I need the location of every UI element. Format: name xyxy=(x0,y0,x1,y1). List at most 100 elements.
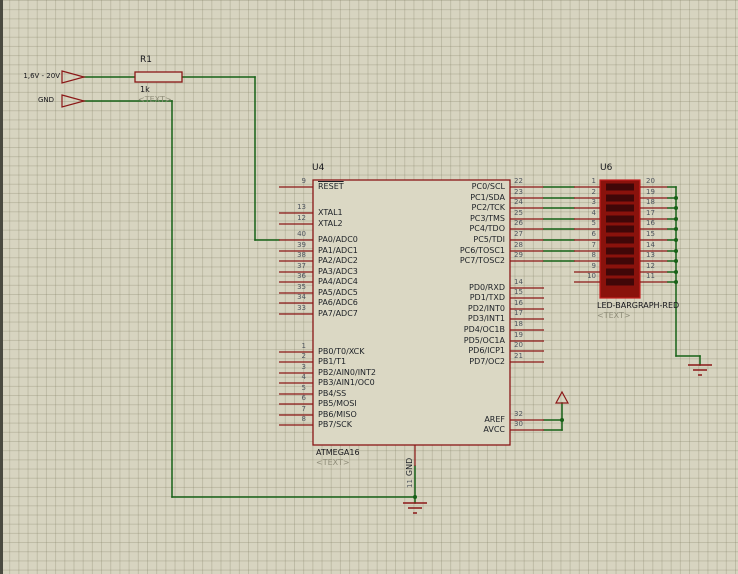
pin-number: 8 xyxy=(270,415,306,423)
pin-number: 3 xyxy=(566,198,596,206)
pin-name: PC7/TOSC2 xyxy=(400,256,505,265)
pin-name: PC6/TOSC1 xyxy=(400,246,505,255)
pin-number: 35 xyxy=(270,283,306,291)
resistor-body[interactable] xyxy=(135,72,182,82)
pin-number: 16 xyxy=(646,219,655,227)
pin-number: 32 xyxy=(514,410,523,418)
pin-number: 5 xyxy=(566,219,596,227)
pin-name: PA5/ADC5 xyxy=(318,288,358,297)
power-terminal-arrow[interactable] xyxy=(556,392,568,403)
u4-ref: U4 xyxy=(312,163,324,173)
pin-name: PD5/OC1A xyxy=(400,336,505,345)
schematic-drawing xyxy=(0,0,738,574)
pin-name: PA1/ADC1 xyxy=(318,246,358,255)
pin-number: 16 xyxy=(514,299,523,307)
pin-number: 37 xyxy=(270,262,306,270)
pin-number: 33 xyxy=(270,304,306,312)
pin-number: 11 xyxy=(646,272,655,280)
led-segment xyxy=(606,226,634,233)
pin-number: 20 xyxy=(514,341,523,349)
resistor-text-placeholder: <TEXT> xyxy=(138,95,172,104)
pin-number: 19 xyxy=(514,331,523,339)
pin-number: 36 xyxy=(270,272,306,280)
pin-name: PC3/TMS xyxy=(400,214,505,223)
pin-number: 4 xyxy=(566,209,596,217)
pin-name: PD3/INT1 xyxy=(400,314,505,323)
pin-number: 17 xyxy=(646,209,655,217)
pin-name: PD2/INT0 xyxy=(400,304,505,313)
led-segment xyxy=(606,248,634,255)
window-edge xyxy=(0,0,3,574)
pin-number: 5 xyxy=(270,384,306,392)
u4-bottom-pin-label: 11GND xyxy=(397,458,416,488)
pin-name: PC1/SDA xyxy=(400,193,505,202)
pin-name: PC0/SCL xyxy=(400,182,505,191)
pin-number: 34 xyxy=(270,293,306,301)
pin-name: XTAL2 xyxy=(318,219,343,228)
junction-dot xyxy=(674,259,678,263)
pin-name: PD1/TXD xyxy=(400,293,505,302)
input-terminal-arrow[interactable] xyxy=(62,71,84,83)
pin-number: 23 xyxy=(514,188,523,196)
pin-name: PB0/T0/XCK xyxy=(318,347,365,356)
pin-name: AREF xyxy=(400,415,505,424)
junction-dot xyxy=(674,280,678,284)
pin-number: 7 xyxy=(270,405,306,413)
led-segment xyxy=(606,205,634,212)
pin-number: 1 xyxy=(270,342,306,350)
pin-number: 19 xyxy=(646,188,655,196)
led-segment xyxy=(606,184,634,191)
pin-name: PA3/ADC3 xyxy=(318,267,358,276)
pin-number: 13 xyxy=(646,251,655,259)
junction-dot xyxy=(674,206,678,210)
pin-number: 26 xyxy=(514,219,523,227)
resistor-value: 1k xyxy=(140,85,150,94)
pin-number: 30 xyxy=(514,420,523,428)
pin-number: 21 xyxy=(514,352,523,360)
pin-number: 28 xyxy=(514,241,523,249)
pin-name: RESET xyxy=(318,182,344,191)
pin-number: 24 xyxy=(514,198,523,206)
gnd-terminal-label: GND xyxy=(28,96,54,104)
junction-dot xyxy=(413,495,417,499)
pin-name: XTAL1 xyxy=(318,208,343,217)
pin-name: PB7/SCK xyxy=(318,420,352,429)
u6-part-name: LED-BARGRAPH-RED xyxy=(597,301,679,310)
power-terminal-label: 1,6V - 20V xyxy=(14,72,60,80)
pin-name: PD0/RXD xyxy=(400,283,505,292)
pin-number: 10 xyxy=(566,272,596,280)
pin-name: PB2/AIN0/INT2 xyxy=(318,368,376,377)
led-segment xyxy=(606,258,634,265)
u6-text-placeholder: <TEXT> xyxy=(597,311,631,320)
pin-name: PC2/TCK xyxy=(400,203,505,212)
pin-name: PC4/TDO xyxy=(400,224,505,233)
pin-number: 14 xyxy=(514,278,523,286)
pin-name: PB5/MOSI xyxy=(318,399,357,408)
pin-number: 13 xyxy=(270,203,306,211)
pin-name: PB1/T1 xyxy=(318,357,346,366)
pin-name: PD7/OC2 xyxy=(400,357,505,366)
junction-dot xyxy=(560,418,564,422)
ground-symbol[interactable] xyxy=(403,503,427,513)
gnd-terminal-arrow[interactable] xyxy=(62,95,84,107)
u4-text-placeholder: <TEXT> xyxy=(316,458,350,467)
pin-number: 20 xyxy=(646,177,655,185)
ground-symbol[interactable] xyxy=(688,365,712,375)
pin-number: 22 xyxy=(514,177,523,185)
pin-number: 6 xyxy=(566,230,596,238)
junction-dot xyxy=(674,249,678,253)
junction-dot xyxy=(674,270,678,274)
pin-name: GND xyxy=(405,458,414,476)
pin-number: 15 xyxy=(646,230,655,238)
pin-number: 18 xyxy=(646,198,655,206)
pin-name: PC5/TDI xyxy=(400,235,505,244)
pin-number: 27 xyxy=(514,230,523,238)
pin-name: PA4/ADC4 xyxy=(318,277,358,286)
pin-name: AVCC xyxy=(400,425,505,434)
pin-number: 7 xyxy=(566,241,596,249)
pin-name: PA6/ADC6 xyxy=(318,298,358,307)
pin-name: PA7/ADC7 xyxy=(318,309,358,318)
pin-name: PA2/ADC2 xyxy=(318,256,358,265)
pin-number: 40 xyxy=(270,230,306,238)
pin-number: 2 xyxy=(270,352,306,360)
